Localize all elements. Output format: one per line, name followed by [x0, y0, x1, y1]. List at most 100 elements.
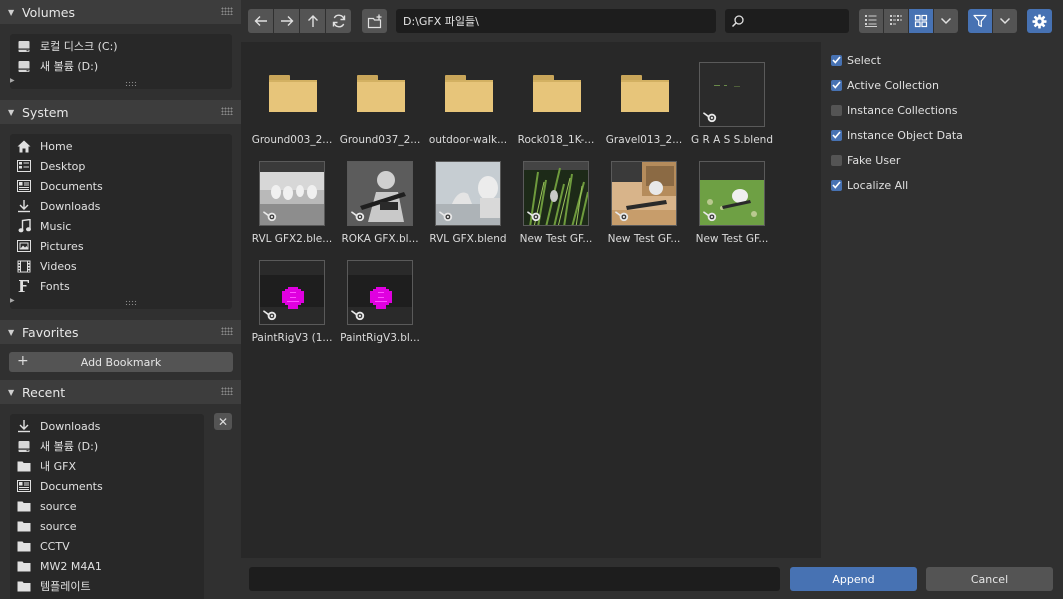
- sidebar-item-label: Documents: [40, 179, 103, 193]
- sidebar-item-label: Videos: [40, 259, 77, 273]
- filename-input[interactable]: [249, 567, 780, 591]
- cancel-button[interactable]: Cancel: [926, 567, 1053, 591]
- resize-handle-icon[interactable]: [125, 81, 137, 86]
- blend-file-tile[interactable]: PaintRigV3 (1...: [248, 249, 336, 347]
- sidebar-item-desktop[interactable]: Desktop: [10, 156, 232, 176]
- recent-panel-header[interactable]: ▼ Recent: [0, 380, 241, 404]
- drag-handle-icon[interactable]: [221, 387, 233, 395]
- sidebar-item-downloads[interactable]: Downloads: [10, 196, 232, 216]
- sidebar-item-d[interactable]: 새 볼륨 (D:): [10, 56, 232, 76]
- collapse-triangle-icon: ▼: [8, 107, 15, 117]
- blend-file-tile[interactable]: New Test GF...: [512, 150, 600, 248]
- sidebar-item-gfx[interactable]: 내 GFX: [10, 456, 204, 476]
- checkbox-checked[interactable]: [831, 79, 842, 91]
- refresh-button[interactable]: [326, 9, 351, 33]
- horizontal-list-view-button[interactable]: [884, 9, 908, 33]
- append-button[interactable]: Append: [790, 567, 917, 591]
- sidebar-item-videos[interactable]: Videos: [10, 256, 232, 276]
- sidebar-item-pictures[interactable]: Pictures: [10, 236, 232, 256]
- file-thumbnail: [259, 161, 325, 226]
- system-panel-header[interactable]: ▼ System: [0, 100, 241, 124]
- sidebar-item-home[interactable]: Home: [10, 136, 232, 156]
- filter-toggle-button[interactable]: [968, 9, 992, 33]
- sidebar-item-c[interactable]: 로컬 디스크 (C:): [10, 36, 232, 56]
- documents-icon: [16, 179, 32, 193]
- blend-file-tile[interactable]: G R A S S.blend: [688, 51, 776, 149]
- blend-file-tile[interactable]: RVL GFX2.ble...: [248, 150, 336, 248]
- parent-directory-button[interactable]: [300, 9, 325, 33]
- file-name: outdoor-walk...: [428, 134, 508, 146]
- sidebar-item-documents[interactable]: Documents: [10, 176, 232, 196]
- sidebar-item-cctv[interactable]: CCTV: [10, 536, 204, 556]
- filter-settings-dropdown[interactable]: [993, 9, 1017, 33]
- blend-file-tile[interactable]: New Test GF...: [600, 150, 688, 248]
- options-toggle-button[interactable]: [1027, 9, 1052, 33]
- checkbox-checked[interactable]: [831, 179, 842, 191]
- blend-file-tile[interactable]: RVL GFX.blend: [424, 150, 512, 248]
- clear-recent-button[interactable]: ✕: [214, 413, 232, 430]
- file-name: New Test GF...: [519, 233, 593, 245]
- thumbnail-view-button[interactable]: [909, 9, 933, 33]
- forward-button[interactable]: [274, 9, 299, 33]
- checkbox-checked[interactable]: [831, 129, 842, 141]
- vertical-list-view-button[interactable]: [859, 9, 883, 33]
- sidebar-item-label: 내 GFX: [40, 460, 77, 473]
- columns-view-icon: [890, 15, 902, 25]
- cancel-label: Cancel: [970, 572, 1009, 586]
- file-name: New Test GF...: [695, 233, 769, 245]
- option-select[interactable]: Select: [831, 51, 881, 69]
- blend-file-tile[interactable]: ROKA GFX.bl...: [336, 150, 424, 248]
- drag-handle-icon[interactable]: [221, 7, 233, 15]
- favorites-panel-header[interactable]: ▼ Favorites: [0, 320, 241, 344]
- folder-tile[interactable]: Ground037_2...: [336, 51, 424, 149]
- option-instance-collections[interactable]: Instance Collections: [831, 101, 957, 119]
- sidebar-item-label: 새 볼륨 (D:): [40, 60, 99, 73]
- blend-file-tile[interactable]: PaintRigV3.bl...: [336, 249, 424, 347]
- folder-tile[interactable]: Ground003_2...: [248, 51, 336, 149]
- sidebar-item-music[interactable]: Music: [10, 216, 232, 236]
- collapse-triangle-icon: ▼: [8, 7, 15, 17]
- sidebar-item-[interactable]: 템플레이트: [10, 576, 204, 596]
- resize-handle-icon[interactable]: [125, 300, 137, 305]
- grid-view-icon: [914, 14, 928, 28]
- option-localize-all[interactable]: Localize All: [831, 176, 908, 194]
- sidebar-item-documents[interactable]: Documents: [10, 476, 204, 496]
- file-thumbnail: [699, 161, 765, 226]
- file-name: G R A S S.blend: [691, 134, 773, 146]
- folder-tile[interactable]: outdoor-walk...: [424, 51, 512, 149]
- drag-handle-icon[interactable]: [221, 107, 233, 115]
- disk-icon: [16, 439, 32, 453]
- expand-arrow-icon[interactable]: ▶: [10, 297, 15, 304]
- list-view-icon: [865, 15, 877, 27]
- new-folder-button[interactable]: [362, 9, 387, 33]
- checkbox-unchecked[interactable]: [831, 104, 842, 116]
- sidebar-item-mw2-m4a1[interactable]: MW2 M4A1: [10, 556, 204, 576]
- blend-file-tile[interactable]: New Test GF...: [688, 150, 776, 248]
- directory-path-field[interactable]: D:\GFX 파일들\: [396, 9, 716, 33]
- folder-tile[interactable]: Gravel013_2...: [600, 51, 688, 149]
- folder-tile[interactable]: Rock018_1K-...: [512, 51, 600, 149]
- option-fake-user[interactable]: Fake User: [831, 151, 900, 169]
- chevron-down-icon: [999, 17, 1011, 25]
- blender-file-icon: [263, 211, 277, 222]
- volumes-panel-header[interactable]: ▼ Volumes: [0, 0, 241, 24]
- sidebar-item-source[interactable]: source: [10, 496, 204, 516]
- display-settings-dropdown[interactable]: [934, 9, 958, 33]
- option-instance-object-data[interactable]: Instance Object Data: [831, 126, 963, 144]
- checkbox-checked[interactable]: [831, 54, 842, 66]
- option-active-collection[interactable]: Active Collection: [831, 76, 939, 94]
- back-button[interactable]: [248, 9, 273, 33]
- sidebar-item-downloads[interactable]: Downloads: [10, 416, 204, 436]
- checkbox-unchecked[interactable]: [831, 154, 842, 166]
- sidebar-item-source[interactable]: source: [10, 516, 204, 536]
- checkmark-icon: [832, 56, 841, 64]
- sidebar-item-fonts[interactable]: Fonts: [10, 276, 232, 296]
- drag-handle-icon[interactable]: [221, 327, 233, 335]
- add-bookmark-button[interactable]: + Add Bookmark: [9, 352, 233, 372]
- search-input[interactable]: [725, 9, 849, 33]
- gear-icon: [1032, 13, 1047, 29]
- sidebar-item-d[interactable]: 새 볼륨 (D:): [10, 436, 204, 456]
- file-name: RVL GFX2.ble...: [251, 233, 333, 245]
- new-folder-icon: [367, 14, 381, 28]
- expand-arrow-icon[interactable]: ▶: [10, 77, 15, 84]
